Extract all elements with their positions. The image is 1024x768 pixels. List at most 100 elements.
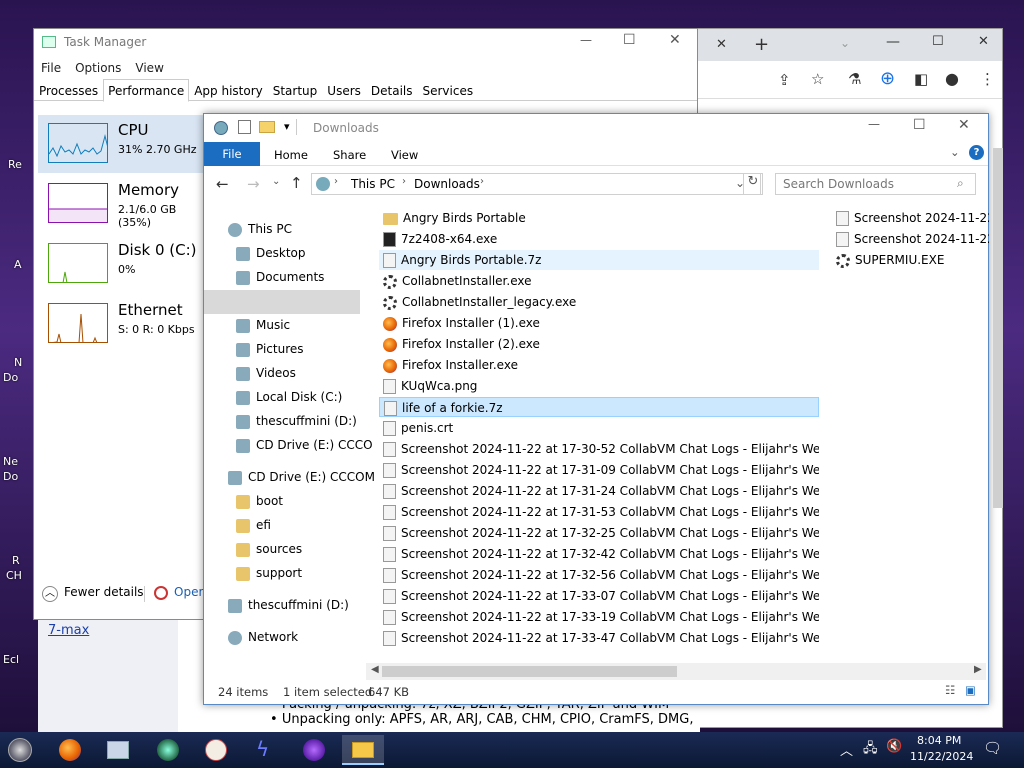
extension-icon[interactable]: ⚗: [848, 70, 861, 88]
nav-item[interactable]: Documents: [236, 270, 324, 285]
tab-details[interactable]: Details: [366, 79, 418, 102]
nav-item[interactable]: CD Drive (E:) CCCO: [236, 438, 373, 453]
desktop-icon-label[interactable]: Do: [3, 470, 18, 483]
ribbon-file-tab[interactable]: File: [204, 142, 260, 166]
file-item[interactable]: Screenshot 2024-11-22 at 1: [832, 229, 989, 249]
desktop-icon-label[interactable]: R: [12, 554, 20, 567]
tab-users[interactable]: Users: [322, 79, 366, 102]
file-item[interactable]: SUPERMIU.EXE: [832, 250, 989, 270]
address-bar[interactable]: › This PC › Downloads › ⌄: [311, 173, 761, 195]
nav-item[interactable]: Music: [236, 318, 290, 333]
back-arrow-icon[interactable]: ←: [216, 175, 229, 193]
ribbon-share-tab[interactable]: Share: [333, 148, 366, 162]
nav-item[interactable]: boot: [236, 494, 283, 509]
tab-services[interactable]: Services: [418, 79, 479, 102]
nav-item[interactable]: sources: [236, 542, 302, 557]
file-item[interactable]: Screenshot 2024-11-22 at 17-30-52 Collab…: [379, 439, 819, 459]
scrollbar-thumb[interactable]: [382, 666, 677, 677]
details-view-icon[interactable]: ☷: [945, 683, 955, 697]
file-item[interactable]: Screenshot 2024-11-22 at 17-33-19 Collab…: [379, 607, 819, 627]
nav-item[interactable]: CD Drive (E:) CCCOM: [228, 470, 375, 485]
nav-item[interactable]: Network: [228, 630, 298, 645]
file-item[interactable]: life of a forkie.7z: [379, 397, 819, 417]
new-folder-icon[interactable]: [259, 121, 275, 133]
perf-item-ethernet[interactable]: Ethernet S: 0 R: 0 Kbps: [38, 295, 204, 353]
perf-item-memory[interactable]: Memory 2.1/6.0 GB (35%): [38, 175, 204, 233]
menu-options[interactable]: Options: [68, 57, 128, 79]
nav-item[interactable]: efi: [236, 518, 271, 533]
tab-app-history[interactable]: App history: [189, 79, 268, 102]
nav-item[interactable]: thescuffmini (D:): [236, 414, 357, 429]
refresh-icon[interactable]: ↻: [743, 173, 763, 195]
close-icon[interactable]: ✕: [669, 32, 681, 48]
menu-kebab-icon[interactable]: ⋮: [980, 70, 995, 88]
new-tab-button[interactable]: +: [754, 34, 769, 55]
desktop-icon-label[interactable]: Re: [8, 158, 22, 171]
menu-view[interactable]: View: [128, 57, 170, 79]
taskbar-app[interactable]: [150, 735, 186, 765]
file-item[interactable]: Screenshot 2024-11-22 at 17-32-25 Collab…: [379, 523, 819, 543]
download-icon[interactable]: ⊕: [880, 68, 895, 89]
profile-avatar-icon[interactable]: ●: [945, 69, 959, 88]
browser-scrollbar-thumb[interactable]: [993, 148, 1003, 508]
scroll-left-icon[interactable]: ◀: [371, 664, 379, 675]
desktop-icon-label[interactable]: Ecl: [3, 653, 19, 666]
ribbon-home-tab[interactable]: Home: [274, 148, 308, 162]
sidebar-link-7-max[interactable]: 7-max: [48, 623, 89, 638]
file-item[interactable]: Screenshot 2024-11-22 at 17-33-47 Collab…: [379, 628, 819, 648]
file-item[interactable]: Screenshot 2024-11-22 at 17-31-09 Collab…: [379, 460, 819, 480]
file-item[interactable]: KUqWca.png: [379, 376, 819, 396]
tab-performance[interactable]: Performance: [103, 79, 190, 102]
close-icon[interactable]: ✕: [958, 117, 970, 133]
tab-close-icon[interactable]: ✕: [716, 37, 727, 52]
large-icons-view-icon[interactable]: ▣: [965, 683, 976, 697]
desktop-icon-label[interactable]: A: [14, 258, 22, 271]
bookmark-star-icon[interactable]: ☆: [811, 70, 824, 88]
minimize-icon[interactable]: —: [886, 34, 900, 50]
nav-item[interactable]: thescuffmini (D:): [228, 598, 349, 613]
minimize-icon[interactable]: —: [580, 33, 592, 47]
nav-item[interactable]: This PC: [228, 222, 292, 237]
properties-icon[interactable]: [238, 120, 251, 134]
maximize-icon[interactable]: ☐: [913, 117, 926, 133]
share-icon[interactable]: ⇪: [778, 71, 791, 89]
ribbon-view-tab[interactable]: View: [391, 148, 418, 162]
tab-processes[interactable]: Processes: [34, 79, 103, 102]
file-item[interactable]: 7z2408-x64.exe: [379, 229, 819, 249]
file-item[interactable]: Screenshot 2024-11-22 at 17-31-24 Collab…: [379, 481, 819, 501]
file-item[interactable]: CollabnetInstaller.exe: [379, 271, 819, 291]
network-icon[interactable]: 🖧: [863, 739, 878, 761]
breadcrumb-this-pc[interactable]: This PC: [351, 177, 395, 191]
taskbar-firefox[interactable]: [52, 735, 88, 765]
file-item[interactable]: Screenshot 2024-11-22 at 17-32-56 Collab…: [379, 565, 819, 585]
taskbar-file-explorer[interactable]: [342, 735, 384, 765]
sidepanel-icon[interactable]: ◧: [914, 70, 928, 88]
desktop-icon-label[interactable]: Ne: [3, 455, 18, 468]
taskbar-app[interactable]: [296, 735, 332, 765]
horizontal-scrollbar[interactable]: ◀ ▶: [366, 663, 986, 680]
file-item[interactable]: Screenshot 2024-11-22 at 17-31-53 Collab…: [379, 502, 819, 522]
taskbar-app[interactable]: ϟ: [246, 735, 282, 765]
nav-item[interactable]: support: [236, 566, 302, 581]
open-resource-monitor-link[interactable]: Open: [154, 585, 206, 600]
desktop-icon-label[interactable]: Do: [3, 371, 18, 384]
file-item[interactable]: Firefox Installer (2).exe: [379, 334, 819, 354]
maximize-icon[interactable]: ☐: [623, 32, 636, 48]
taskbar-app[interactable]: [100, 735, 136, 765]
tab-search-icon[interactable]: ⌄: [840, 36, 850, 50]
up-arrow-icon[interactable]: ↑: [290, 174, 303, 192]
recent-dropdown-icon[interactable]: ⌄: [272, 176, 280, 187]
menu-file[interactable]: File: [34, 57, 68, 79]
show-hidden-icons-icon[interactable]: ︿: [840, 740, 853, 759]
start-button[interactable]: [2, 735, 38, 765]
file-item[interactable]: Screenshot 2024-11-22 at 1: [832, 208, 989, 228]
file-item[interactable]: penis.crt: [379, 418, 819, 438]
scroll-right-icon[interactable]: ▶: [974, 664, 982, 675]
perf-item-disk[interactable]: Disk 0 (C:) 0%: [38, 235, 204, 293]
desktop-icon-label[interactable]: N: [14, 356, 22, 369]
nav-item[interactable]: Desktop: [236, 246, 306, 261]
file-item[interactable]: Firefox Installer (1).exe: [379, 313, 819, 333]
close-icon[interactable]: ✕: [978, 34, 989, 49]
maximize-icon[interactable]: ☐: [932, 34, 944, 49]
search-box[interactable]: Search Downloads ⌕: [775, 173, 976, 195]
